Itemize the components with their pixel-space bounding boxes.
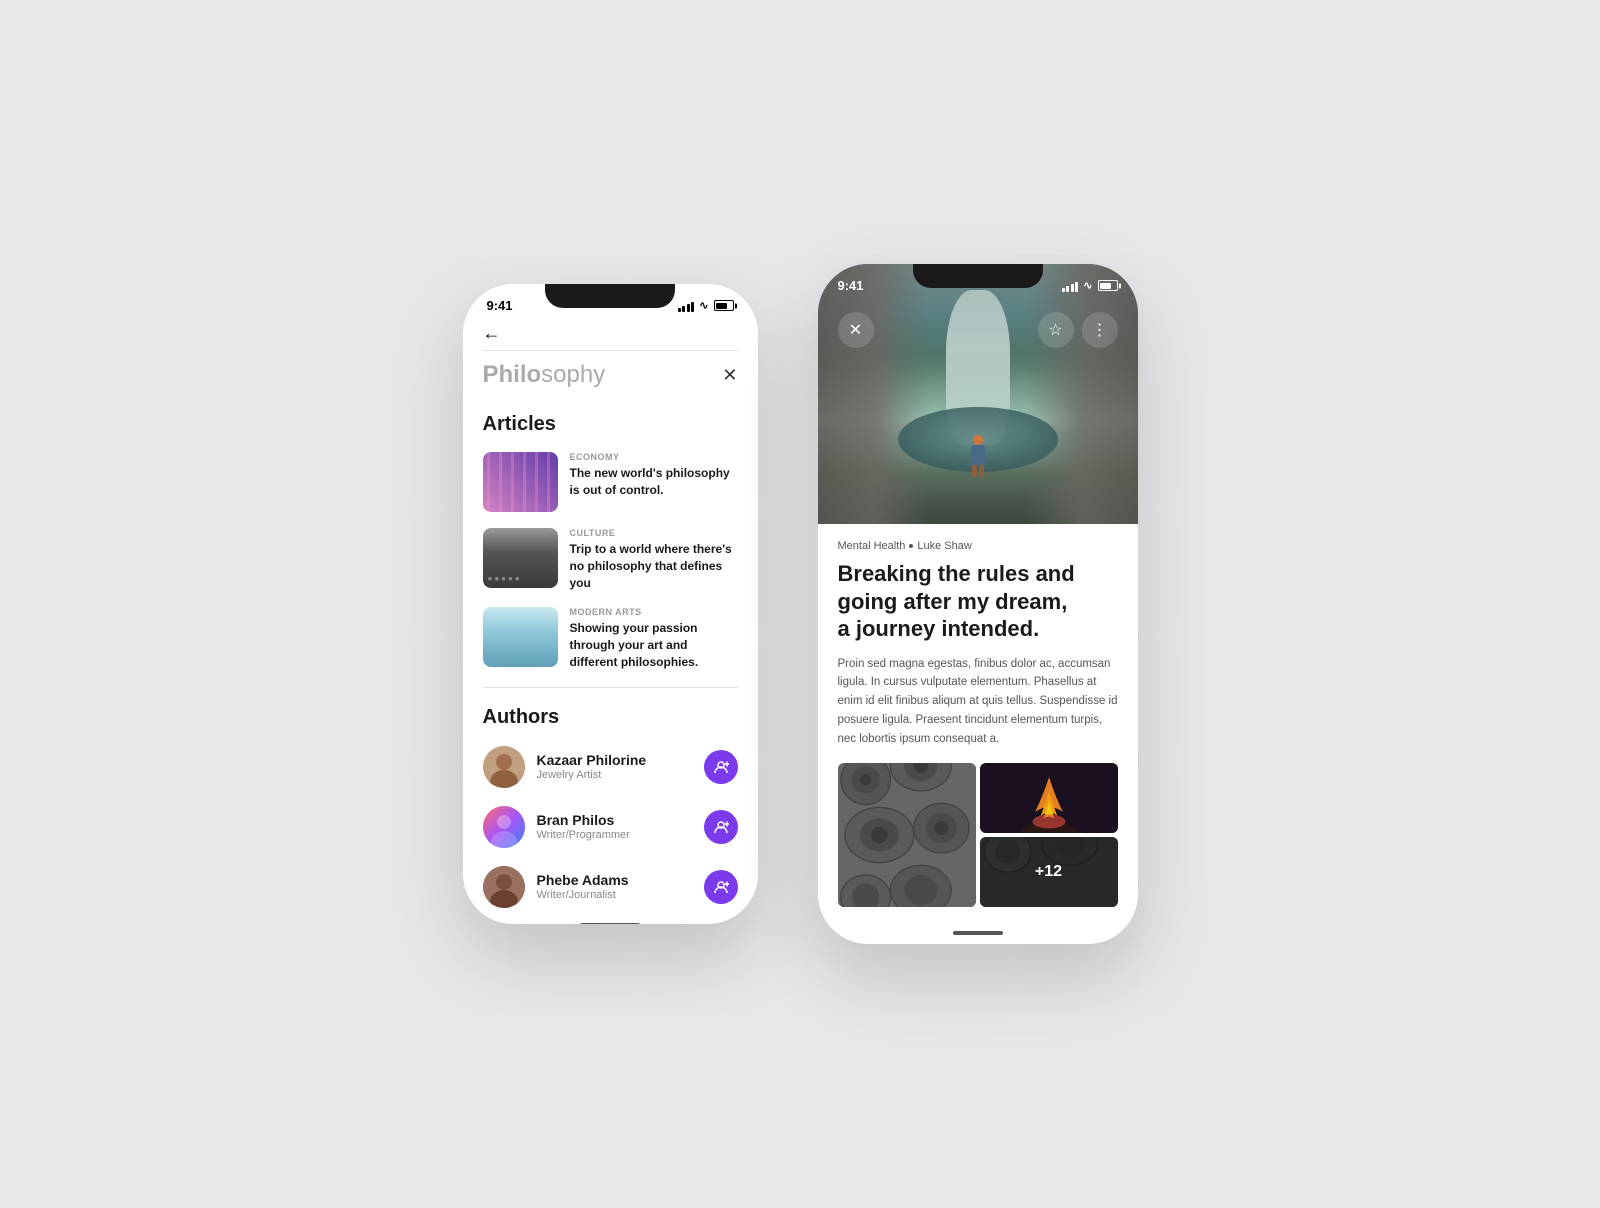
article-category-1: ECONOMY	[570, 452, 738, 462]
author-name-2: Bran Philos	[537, 812, 692, 828]
article-headline-2: Trip to a world where there's no philoso…	[570, 541, 738, 591]
signal-icon-1	[678, 300, 695, 312]
time-2: 9:41	[838, 278, 864, 293]
signal-icon-2	[1062, 280, 1079, 292]
articles-section-title: Articles	[463, 399, 758, 444]
wifi-icon-1: ∿	[699, 299, 708, 312]
article-item-1[interactable]: ECONOMY The new world's philosophy is ou…	[463, 444, 758, 520]
author-role-3: Writer/Journalist	[537, 889, 692, 901]
meta-category: Mental Health	[838, 540, 906, 552]
follow-btn-2[interactable]	[704, 810, 738, 844]
article-item-2[interactable]: CULTURE Trip to a world where there's no…	[463, 520, 758, 599]
photo-more[interactable]: +12	[980, 837, 1118, 907]
back-bar: ←	[463, 313, 758, 350]
article-body: Mental Health Luke Shaw Breaking the rul…	[818, 524, 1138, 923]
author-item-1[interactable]: Kazaar Philorine Jewelry Artist	[463, 737, 758, 797]
status-icons-2: ∿	[1062, 279, 1118, 292]
avatar-bran	[483, 806, 525, 848]
more-button[interactable]: ⋮	[1082, 312, 1118, 348]
article-meta: Mental Health Luke Shaw	[838, 540, 1118, 552]
notch-1	[545, 284, 675, 308]
article-item-3[interactable]: MODERN ARTS Showing your passion through…	[463, 599, 758, 678]
follow-btn-1[interactable]	[704, 750, 738, 784]
mid-divider	[483, 687, 738, 688]
avatar-kazaar	[483, 746, 525, 788]
article-body-text: Proin sed magna egestas, finibus dolor a…	[838, 655, 1118, 750]
search-title: Philosophy	[483, 361, 606, 389]
article-thumb-3	[483, 607, 558, 667]
avatar-phebe	[483, 866, 525, 908]
search-row: Philosophy ✕	[463, 351, 758, 399]
scrollbar-2	[953, 931, 1003, 935]
battery-icon-1	[714, 300, 734, 311]
hero-actions: ✕ ☆ ⋮	[818, 304, 1138, 356]
back-arrow-icon[interactable]: ←	[483, 323, 501, 344]
author-name-3: Phebe Adams	[537, 872, 692, 888]
phone-1: 9:41 ∿ ← Philosophy ✕ Articles	[463, 284, 758, 924]
person-figure	[971, 435, 985, 477]
author-item-2[interactable]: Bran Philos Writer/Programmer	[463, 797, 758, 857]
author-name-1: Kazaar Philorine	[537, 752, 692, 768]
article-category-2: CULTURE	[570, 528, 738, 538]
battery-icon-2	[1098, 280, 1118, 291]
photo-grid: +12	[838, 763, 1118, 907]
meta-separator	[909, 544, 913, 548]
authors-section-title: Authors	[463, 692, 758, 737]
photo-more-label: +12	[1035, 863, 1062, 881]
article-headline-1: The new world's philosophy is out of con…	[570, 465, 738, 499]
wifi-icon-2: ∿	[1083, 279, 1092, 292]
photo-fire[interactable]	[980, 763, 1118, 833]
time-1: 9:41	[487, 298, 513, 313]
follow-btn-3[interactable]	[704, 870, 738, 904]
article-headline-3: Showing your passion through your art an…	[570, 620, 738, 670]
close-icon[interactable]: ✕	[722, 365, 737, 386]
author-role-1: Jewelry Artist	[537, 769, 692, 781]
bookmark-button[interactable]: ☆	[1038, 312, 1074, 348]
article-thumb-2	[483, 528, 558, 588]
article-thumb-1	[483, 452, 558, 512]
article-main-title: Breaking the rules and going after my dr…	[838, 560, 1118, 643]
scrollbar-1	[580, 923, 640, 924]
article-category-3: MODERN ARTS	[570, 607, 738, 617]
phone-2: 9:41 ∿ ✕ ☆ ⋮	[818, 264, 1138, 944]
notch-2	[913, 264, 1043, 288]
photo-logs[interactable]	[838, 763, 976, 907]
status-icons-1: ∿	[678, 299, 734, 312]
close-hero-button[interactable]: ✕	[838, 312, 874, 348]
meta-author: Luke Shaw	[917, 540, 971, 552]
hero-image: 9:41 ∿ ✕ ☆ ⋮	[818, 264, 1138, 524]
author-item-3[interactable]: Phebe Adams Writer/Journalist	[463, 857, 758, 917]
author-role-2: Writer/Programmer	[537, 829, 692, 841]
